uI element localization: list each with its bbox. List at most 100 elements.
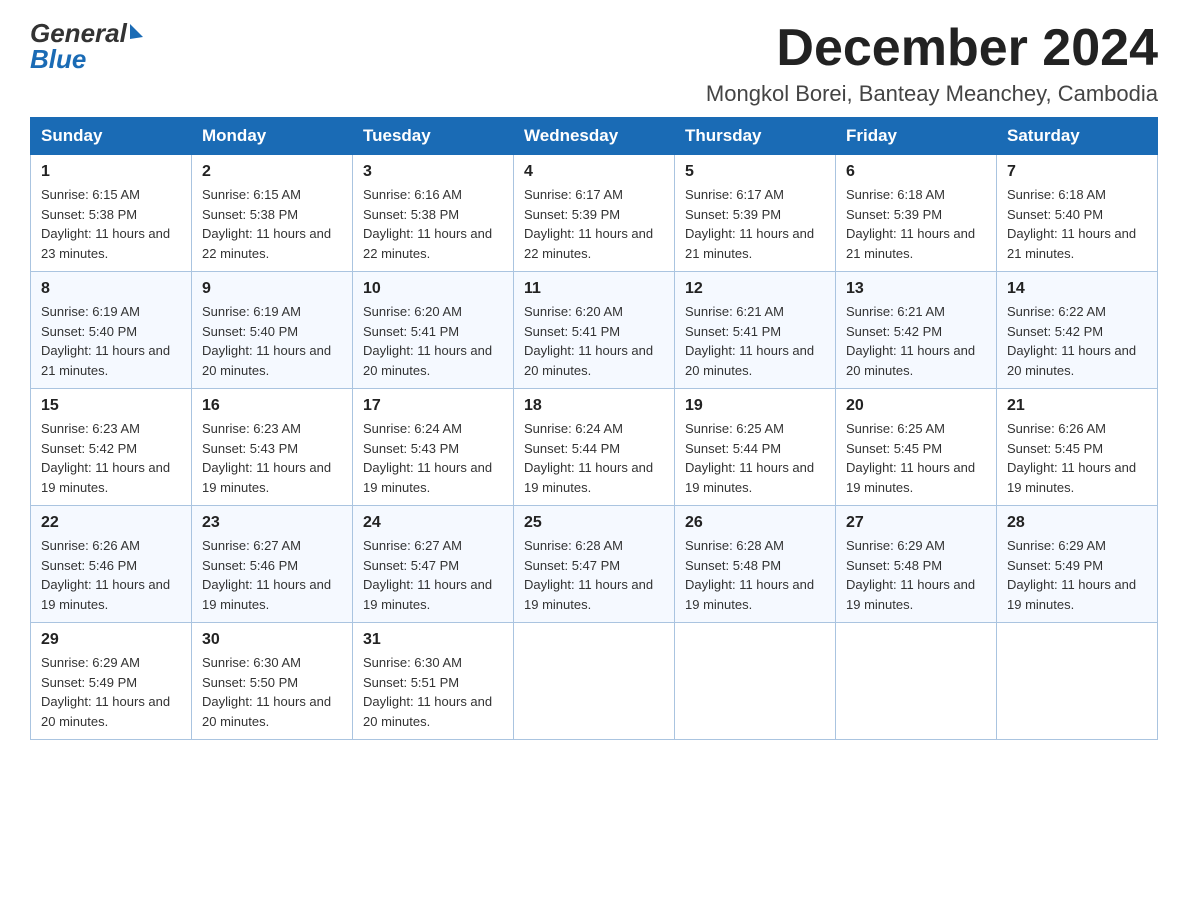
day-number: 16 bbox=[202, 397, 342, 415]
title-section: December 2024 Mongkol Borei, Banteay Mea… bbox=[706, 20, 1158, 107]
calendar-cell: 3 Sunrise: 6:16 AMSunset: 5:38 PMDaylight… bbox=[353, 155, 514, 272]
day-number: 30 bbox=[202, 631, 342, 649]
day-info: Sunrise: 6:24 AMSunset: 5:44 PMDaylight:… bbox=[524, 419, 664, 497]
day-info: Sunrise: 6:30 AMSunset: 5:50 PMDaylight:… bbox=[202, 653, 342, 731]
col-header-sunday: Sunday bbox=[31, 118, 192, 155]
calendar-cell: 4 Sunrise: 6:17 AMSunset: 5:39 PMDaylight… bbox=[514, 155, 675, 272]
location-title: Mongkol Borei, Banteay Meanchey, Cambodi… bbox=[706, 81, 1158, 107]
col-header-friday: Friday bbox=[836, 118, 997, 155]
day-info: Sunrise: 6:21 AMSunset: 5:42 PMDaylight:… bbox=[846, 302, 986, 380]
page-header: General Blue December 2024 Mongkol Borei… bbox=[30, 20, 1158, 107]
day-info: Sunrise: 6:18 AMSunset: 5:40 PMDaylight:… bbox=[1007, 185, 1147, 263]
day-number: 4 bbox=[524, 163, 664, 181]
col-header-thursday: Thursday bbox=[675, 118, 836, 155]
day-info: Sunrise: 6:17 AMSunset: 5:39 PMDaylight:… bbox=[524, 185, 664, 263]
calendar-cell: 2 Sunrise: 6:15 AMSunset: 5:38 PMDaylight… bbox=[192, 155, 353, 272]
logo-general-label: General bbox=[30, 20, 127, 46]
day-number: 5 bbox=[685, 163, 825, 181]
day-info: Sunrise: 6:21 AMSunset: 5:41 PMDaylight:… bbox=[685, 302, 825, 380]
day-info: Sunrise: 6:20 AMSunset: 5:41 PMDaylight:… bbox=[363, 302, 503, 380]
day-info: Sunrise: 6:30 AMSunset: 5:51 PMDaylight:… bbox=[363, 653, 503, 731]
calendar-week-row: 15Sunrise: 6:23 AMSunset: 5:42 PMDayligh… bbox=[31, 389, 1158, 506]
calendar-cell bbox=[514, 623, 675, 740]
calendar-cell: 9 Sunrise: 6:19 AMSunset: 5:40 PMDaylight… bbox=[192, 272, 353, 389]
calendar-cell: 12 Sunrise: 6:21 AMSunset: 5:41 PMDayligh… bbox=[675, 272, 836, 389]
calendar-cell: 18Sunrise: 6:24 AMSunset: 5:44 PMDayligh… bbox=[514, 389, 675, 506]
day-number: 11 bbox=[524, 280, 664, 298]
calendar-cell: 7Sunrise: 6:18 AMSunset: 5:40 PMDaylight… bbox=[997, 155, 1158, 272]
calendar-cell: 1Sunrise: 6:15 AMSunset: 5:38 PMDaylight… bbox=[31, 155, 192, 272]
day-number: 27 bbox=[846, 514, 986, 532]
calendar-week-row: 22 Sunrise: 6:26 AMSunset: 5:46 PMDayligh… bbox=[31, 506, 1158, 623]
day-number: 24 bbox=[363, 514, 503, 532]
calendar-cell: 8 Sunrise: 6:19 AMSunset: 5:40 PMDaylight… bbox=[31, 272, 192, 389]
calendar-cell: 17Sunrise: 6:24 AMSunset: 5:43 PMDayligh… bbox=[353, 389, 514, 506]
day-number: 2 bbox=[202, 163, 342, 181]
day-number: 28 bbox=[1007, 514, 1147, 532]
day-info: Sunrise: 6:18 AMSunset: 5:39 PMDaylight:… bbox=[846, 185, 986, 263]
calendar-cell: 21 Sunrise: 6:26 AMSunset: 5:45 PMDayligh… bbox=[997, 389, 1158, 506]
calendar-week-row: 1 Sunrise: 6:15 AMSunset: 5:38 PMDaylight… bbox=[31, 155, 1158, 272]
col-header-saturday: Saturday bbox=[997, 118, 1158, 155]
calendar-cell: 15Sunrise: 6:23 AMSunset: 5:42 PMDayligh… bbox=[31, 389, 192, 506]
day-number: 13 bbox=[846, 280, 986, 298]
day-info: Sunrise: 6:22 AMSunset: 5:42 PMDaylight:… bbox=[1007, 302, 1147, 380]
day-number: 1 bbox=[41, 163, 181, 181]
calendar-cell: 23Sunrise: 6:27 AMSunset: 5:46 PMDayligh… bbox=[192, 506, 353, 623]
day-info: Sunrise: 6:23 AMSunset: 5:42 PMDaylight:… bbox=[41, 419, 181, 497]
day-number: 29 bbox=[41, 631, 181, 649]
calendar-cell: 24Sunrise: 6:27 AMSunset: 5:47 PMDayligh… bbox=[353, 506, 514, 623]
day-number: 22 bbox=[41, 514, 181, 532]
day-info: Sunrise: 6:19 AMSunset: 5:40 PMDaylight:… bbox=[41, 302, 181, 380]
col-header-wednesday: Wednesday bbox=[514, 118, 675, 155]
day-info: Sunrise: 6:28 AMSunset: 5:47 PMDaylight:… bbox=[524, 536, 664, 614]
logo: General Blue bbox=[30, 20, 143, 72]
logo-blue-text: Blue bbox=[30, 46, 143, 72]
day-info: Sunrise: 6:26 AMSunset: 5:46 PMDaylight:… bbox=[41, 536, 181, 614]
calendar-cell: 19 Sunrise: 6:25 AMSunset: 5:44 PMDayligh… bbox=[675, 389, 836, 506]
day-number: 10 bbox=[363, 280, 503, 298]
day-number: 9 bbox=[202, 280, 342, 298]
calendar-cell: 6 Sunrise: 6:18 AMSunset: 5:39 PMDaylight… bbox=[836, 155, 997, 272]
day-number: 3 bbox=[363, 163, 503, 181]
day-info: Sunrise: 6:26 AMSunset: 5:45 PMDaylight:… bbox=[1007, 419, 1147, 497]
day-info: Sunrise: 6:19 AMSunset: 5:40 PMDaylight:… bbox=[202, 302, 342, 380]
calendar-cell bbox=[836, 623, 997, 740]
day-number: 21 bbox=[1007, 397, 1147, 415]
calendar-cell: 28 Sunrise: 6:29 AMSunset: 5:49 PMDayligh… bbox=[997, 506, 1158, 623]
day-info: Sunrise: 6:29 AMSunset: 5:48 PMDaylight:… bbox=[846, 536, 986, 614]
day-number: 6 bbox=[846, 163, 986, 181]
day-info: Sunrise: 6:25 AMSunset: 5:44 PMDaylight:… bbox=[685, 419, 825, 497]
calendar-cell: 25 Sunrise: 6:28 AMSunset: 5:47 PMDayligh… bbox=[514, 506, 675, 623]
day-number: 12 bbox=[685, 280, 825, 298]
calendar-table: SundayMondayTuesdayWednesdayThursdayFrid… bbox=[30, 117, 1158, 740]
calendar-cell: 20Sunrise: 6:25 AMSunset: 5:45 PMDayligh… bbox=[836, 389, 997, 506]
calendar-week-row: 8 Sunrise: 6:19 AMSunset: 5:40 PMDaylight… bbox=[31, 272, 1158, 389]
day-number: 26 bbox=[685, 514, 825, 532]
col-header-tuesday: Tuesday bbox=[353, 118, 514, 155]
day-info: Sunrise: 6:20 AMSunset: 5:41 PMDaylight:… bbox=[524, 302, 664, 380]
day-number: 31 bbox=[363, 631, 503, 649]
logo-triangle-icon bbox=[130, 24, 143, 39]
day-number: 8 bbox=[41, 280, 181, 298]
calendar-cell: 14Sunrise: 6:22 AMSunset: 5:42 PMDayligh… bbox=[997, 272, 1158, 389]
calendar-cell: 31 Sunrise: 6:30 AMSunset: 5:51 PMDayligh… bbox=[353, 623, 514, 740]
day-number: 19 bbox=[685, 397, 825, 415]
day-number: 25 bbox=[524, 514, 664, 532]
day-info: Sunrise: 6:15 AMSunset: 5:38 PMDaylight:… bbox=[202, 185, 342, 263]
calendar-cell: 13 Sunrise: 6:21 AMSunset: 5:42 PMDayligh… bbox=[836, 272, 997, 389]
day-info: Sunrise: 6:29 AMSunset: 5:49 PMDaylight:… bbox=[41, 653, 181, 731]
calendar-cell: 22 Sunrise: 6:26 AMSunset: 5:46 PMDayligh… bbox=[31, 506, 192, 623]
day-info: Sunrise: 6:29 AMSunset: 5:49 PMDaylight:… bbox=[1007, 536, 1147, 614]
calendar-cell: 30 Sunrise: 6:30 AMSunset: 5:50 PMDayligh… bbox=[192, 623, 353, 740]
day-info: Sunrise: 6:23 AMSunset: 5:43 PMDaylight:… bbox=[202, 419, 342, 497]
day-info: Sunrise: 6:16 AMSunset: 5:38 PMDaylight:… bbox=[363, 185, 503, 263]
day-info: Sunrise: 6:24 AMSunset: 5:43 PMDaylight:… bbox=[363, 419, 503, 497]
col-header-monday: Monday bbox=[192, 118, 353, 155]
day-info: Sunrise: 6:17 AMSunset: 5:39 PMDaylight:… bbox=[685, 185, 825, 263]
calendar-cell bbox=[997, 623, 1158, 740]
day-info: Sunrise: 6:28 AMSunset: 5:48 PMDaylight:… bbox=[685, 536, 825, 614]
calendar-week-row: 29 Sunrise: 6:29 AMSunset: 5:49 PMDayligh… bbox=[31, 623, 1158, 740]
calendar-header-row: SundayMondayTuesdayWednesdayThursdayFrid… bbox=[31, 118, 1158, 155]
logo-general-text: General bbox=[30, 20, 143, 46]
